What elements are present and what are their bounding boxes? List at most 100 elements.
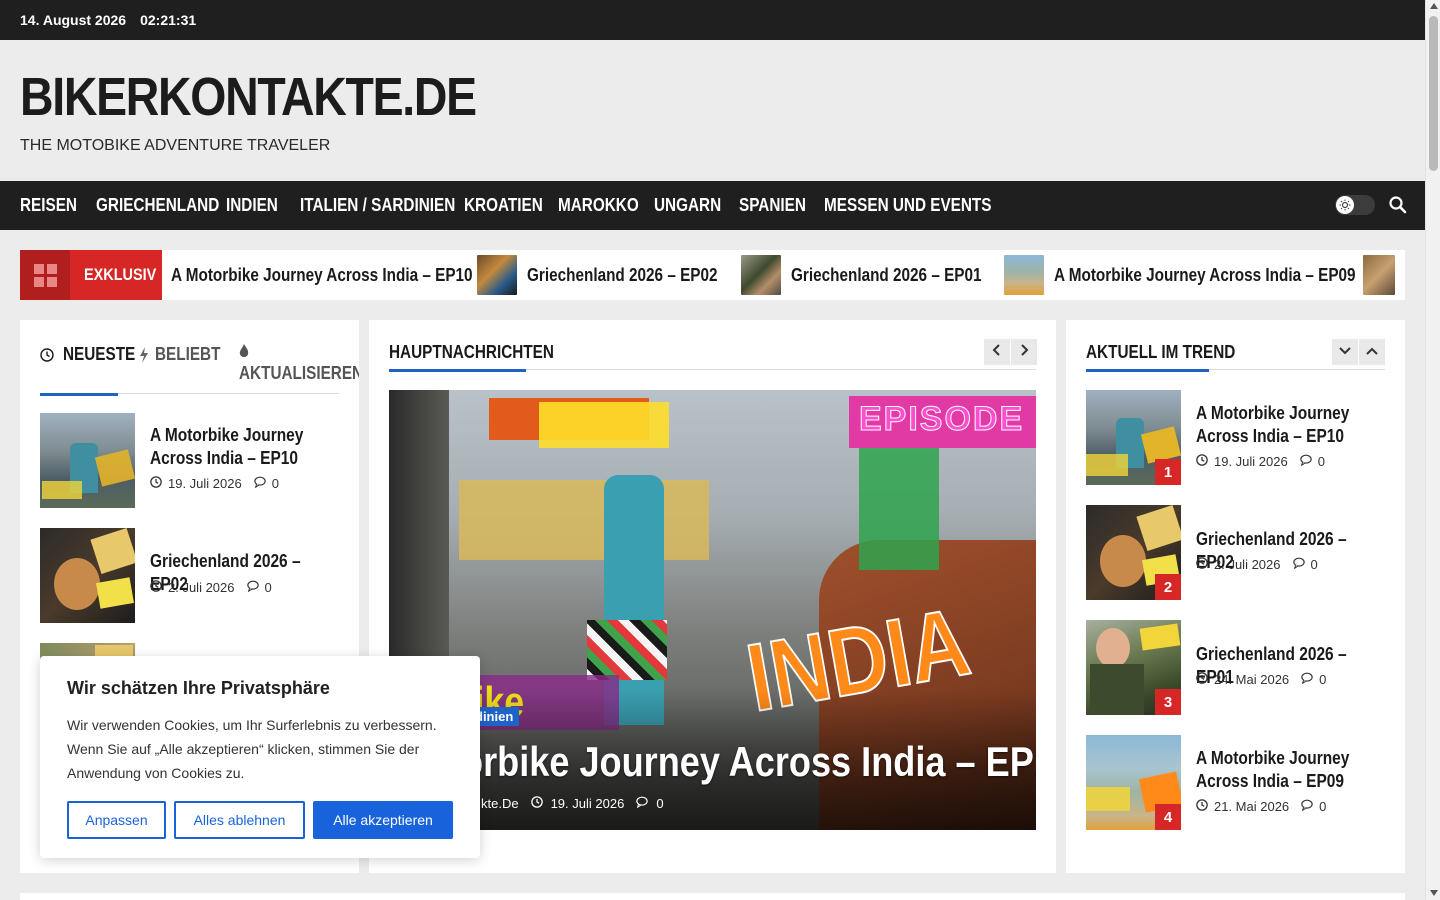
chevron-down-icon <box>1339 343 1351 361</box>
hero-image-bag <box>587 620 667 680</box>
rank-badge: 4 <box>1155 804 1181 830</box>
ticker-thumbnail <box>477 255 517 295</box>
tab-beliebt[interactable]: BELIEBT <box>139 344 229 370</box>
hero-date: 19. Juli 2026 <box>550 796 625 811</box>
nav-item-spanien[interactable]: SPANIEN <box>739 181 806 230</box>
rank-badge: 1 <box>1155 459 1181 485</box>
post-date: 24. Mai 2026 <box>1214 672 1290 687</box>
section-header: HAUPTNACHRICHTEN <box>389 342 1036 372</box>
scroll-down-arrow-icon[interactable] <box>1430 890 1438 896</box>
search-icon[interactable] <box>1388 195 1408 215</box>
trending-meta: 2. Juli 2026 0 <box>1196 557 1318 572</box>
ticker-item-title[interactable]: A Motorbike Journey Across India – EP09 <box>1054 265 1356 286</box>
comment-count[interactable]: 0 <box>265 580 272 595</box>
bolt-icon <box>139 347 149 368</box>
nav-item-marokko[interactable]: MAROKKO <box>558 181 639 230</box>
slider-next-button[interactable] <box>1011 339 1037 365</box>
nav-item-kroatien[interactable]: KROATIEN <box>464 181 543 230</box>
nav-item-ungarn[interactable]: UNGARN <box>654 181 721 230</box>
clock-icon <box>40 348 54 367</box>
tab-aktualisieren[interactable]: AKTUALISIEREN <box>239 342 359 390</box>
post-meta: 2. Juli 2026 0 <box>150 580 272 595</box>
site-title[interactable]: BIKERKONTAKTE.DE <box>20 66 477 128</box>
current-date: 14. August 2026 <box>20 12 127 28</box>
rank-badge: 2 <box>1155 574 1181 600</box>
comment-icon[interactable] <box>1301 799 1313 814</box>
nav-item-messen-und-events[interactable]: MESSEN UND EVENTS <box>824 181 991 230</box>
comment-count[interactable]: 0 <box>1311 557 1318 572</box>
comment-icon[interactable] <box>636 796 649 811</box>
clock-icon <box>150 580 162 595</box>
ticker-item[interactable]: A Motorbike Journey Across India – EP10 <box>171 250 526 300</box>
trending-panel: AKTUELL IM TREND 1 A Motorbike Journey A… <box>1066 320 1405 873</box>
scroll-up-arrow-icon[interactable] <box>1430 3 1438 9</box>
ticker-thumbnail <box>1363 255 1395 295</box>
ticker-item-title[interactable]: Griechenland 2026 – EP02 <box>527 265 718 286</box>
ticker-item[interactable] <box>1363 250 1405 300</box>
hero-image-building <box>459 480 709 560</box>
ticker-label-text: EXKLUSIV <box>84 265 157 284</box>
flame-icon <box>239 344 249 364</box>
comment-icon[interactable] <box>1299 454 1312 469</box>
nav-item-italien-sardinien[interactable]: ITALIEN / SARDINIEN <box>300 181 455 230</box>
tab-aktualisieren-label[interactable]: AKTUALISIEREN <box>239 363 359 384</box>
section-title: AKTUELL IM TREND <box>1086 342 1236 362</box>
hero-meta: kte.De 19. Juli 2026 0 <box>481 796 664 811</box>
post-date: 2. Juli 2026 <box>168 580 235 595</box>
section-title: HAUPTNACHRICHTEN <box>389 342 554 362</box>
active-tab-indicator <box>40 393 118 396</box>
ticker-item[interactable]: A Motorbike Journey Across India – EP09 <box>1004 250 1405 300</box>
dark-mode-toggle[interactable] <box>1335 195 1375 215</box>
nav-item-griechenland[interactable]: GRIECHENLAND <box>96 181 219 230</box>
hero-author[interactable]: kte.De <box>481 796 519 811</box>
post-date: 21. Mai 2026 <box>1214 799 1290 814</box>
comment-count[interactable]: 0 <box>1319 672 1326 687</box>
trending-up-button[interactable] <box>1359 339 1385 365</box>
comment-icon[interactable] <box>253 476 266 491</box>
tab-neueste[interactable]: NEUESTE <box>40 344 140 370</box>
comment-icon[interactable] <box>1292 557 1305 572</box>
ticker-thumbnail <box>1004 255 1044 295</box>
trending-meta: 19. Juli 2026 0 <box>1196 454 1325 469</box>
scrollbar-thumb[interactable] <box>1429 16 1438 171</box>
post-date: 19. Juli 2026 <box>1214 454 1288 469</box>
post-meta: 19. Juli 2026 0 <box>150 476 279 491</box>
ticker-item[interactable]: Griechenland 2026 – EP02 <box>477 250 751 300</box>
nav-item-reisen[interactable]: REISEN <box>20 181 77 230</box>
tab-beliebt-label[interactable]: BELIEBT <box>155 344 220 365</box>
trending-down-button[interactable] <box>1332 339 1358 365</box>
hero-episode-text: EPISODE <box>858 400 1025 439</box>
comment-count[interactable]: 0 <box>1319 799 1326 814</box>
comment-count[interactable]: 0 <box>272 476 279 491</box>
post-thumbnail[interactable] <box>40 528 135 623</box>
comment-icon[interactable] <box>246 580 259 595</box>
ticker-item-title[interactable]: Griechenland 2026 – EP01 <box>791 265 982 286</box>
grid-icon <box>20 250 70 300</box>
nav-item-indien[interactable]: INDIEN <box>226 181 278 230</box>
rank-badge: 3 <box>1155 689 1181 715</box>
tab-neueste-label[interactable]: NEUESTE <box>63 344 135 365</box>
page-scrollbar[interactable] <box>1425 0 1440 900</box>
main-navigation: REISEN GRIECHENLAND INDIEN ITALIEN / SAR… <box>0 181 1425 230</box>
clock-icon <box>1196 454 1208 469</box>
slider-prev-button[interactable] <box>984 339 1010 365</box>
clock-icon <box>1196 672 1208 687</box>
hero-title[interactable]: torbike Journey Across India – EP10 <box>449 738 1036 786</box>
reject-all-button[interactable]: Alles ablehnen <box>174 801 305 839</box>
trending-title[interactable]: A Motorbike Journey Across India – EP09 <box>1196 747 1381 793</box>
ticker-item[interactable]: Griechenland 2026 – EP01 <box>741 250 1015 300</box>
post-title[interactable]: A Motorbike Journey Across India – EP10 <box>150 424 335 470</box>
accept-all-button[interactable]: Alle akzeptieren <box>313 801 453 839</box>
ticker-item-title[interactable]: A Motorbike Journey Across India – EP10 <box>171 265 473 286</box>
post-thumbnail[interactable] <box>40 413 135 508</box>
hero-comment-count[interactable]: 0 <box>656 796 663 811</box>
trending-title[interactable]: A Motorbike Journey Across India – EP10 <box>1196 402 1381 448</box>
hero-slide[interactable]: EPISODE orbike INDIA dinien torbike Jour… <box>389 390 1036 830</box>
ticker-thumbnail <box>741 255 781 295</box>
hero-image-banner <box>539 402 669 448</box>
comment-icon[interactable] <box>1301 672 1313 687</box>
cookie-consent-banner: Wir schätzen Ihre Privatsphäre Wir verwe… <box>40 656 480 858</box>
ticker-label: EXKLUSIV <box>20 250 162 300</box>
customize-button[interactable]: Anpassen <box>67 801 166 839</box>
comment-count[interactable]: 0 <box>1318 454 1325 469</box>
